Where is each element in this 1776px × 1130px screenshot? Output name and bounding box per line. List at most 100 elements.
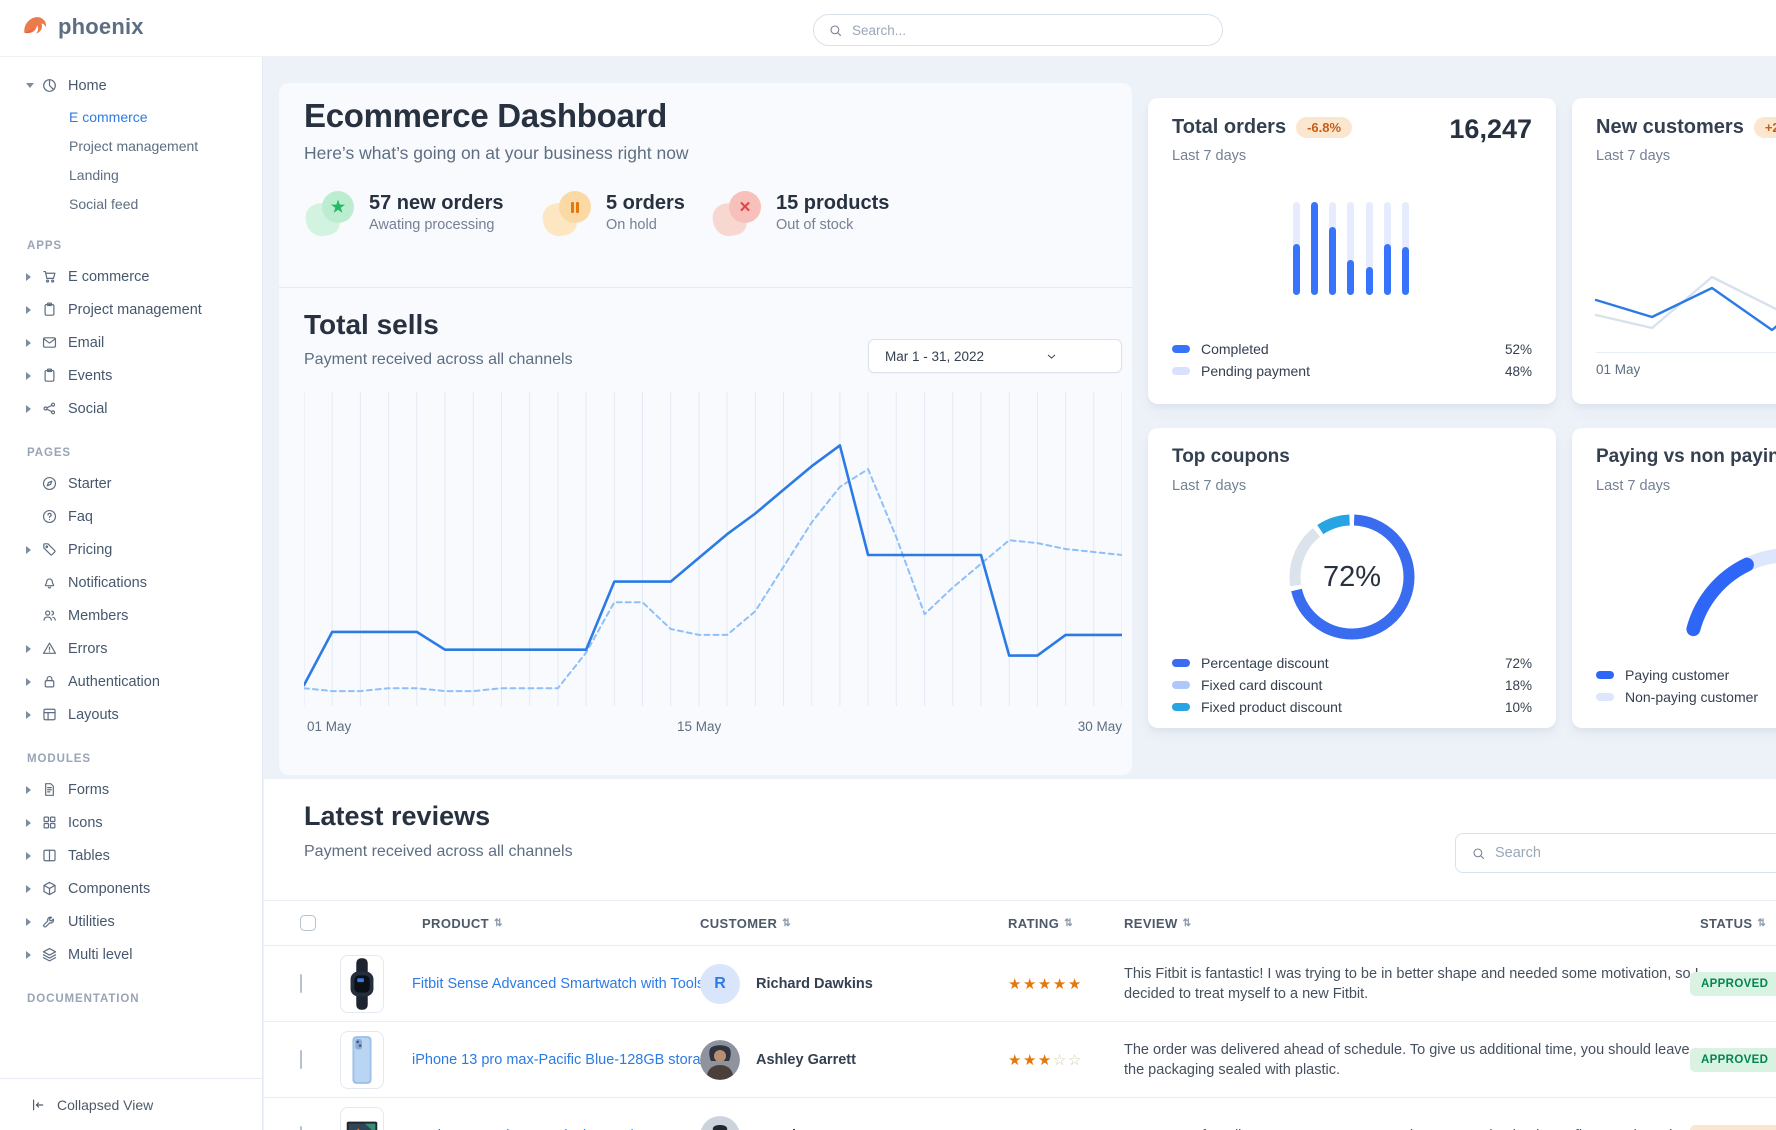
clipboard-icon xyxy=(41,367,58,384)
avatar[interactable]: R xyxy=(700,964,740,1004)
row-checkbox[interactable] xyxy=(300,1050,302,1069)
column-header-status[interactable]: STATUS⇅ xyxy=(1700,901,1766,945)
sidebar-item-events[interactable]: Events xyxy=(0,359,262,392)
total-orders-bar-chart xyxy=(1293,202,1409,295)
sidebar-nav: Home E commerce Project management Landi… xyxy=(0,57,263,1130)
chevron-right-icon xyxy=(26,273,41,281)
chevron-right-icon xyxy=(26,306,41,314)
sidebar-item-landing[interactable]: Landing xyxy=(0,160,262,189)
review-text: This Fitbit is fantastic! I was trying t… xyxy=(1124,964,1699,1004)
wrench-icon xyxy=(41,913,58,930)
sidebar-item-tables[interactable]: Tables xyxy=(0,839,262,872)
date-range-select[interactable]: Mar 1 - 31, 2022 xyxy=(868,339,1122,373)
sort-icon: ⇅ xyxy=(494,918,503,929)
select-all-checkbox[interactable] xyxy=(300,915,316,931)
tag-icon xyxy=(41,541,58,558)
phoenix-logo[interactable]: phoenix xyxy=(20,12,144,42)
sidebar-item-components[interactable]: Components xyxy=(0,872,262,905)
share-icon xyxy=(41,400,58,417)
product-image-macbook[interactable] xyxy=(340,1107,384,1130)
legend-item-pending: Pending payment 48% xyxy=(1172,360,1532,382)
sidebar-item-social[interactable]: Social xyxy=(0,392,262,425)
chevron-right-icon xyxy=(26,819,41,827)
chevron-right-icon xyxy=(26,885,41,893)
sidebar-item-label: Pricing xyxy=(68,542,112,558)
legend-label: Percentage discount xyxy=(1201,655,1329,671)
reviews-search xyxy=(1455,833,1776,873)
sidebar-item-label: Faq xyxy=(68,509,93,525)
sidebar-item-project-management[interactable]: Project management xyxy=(0,131,262,160)
select-all-checkbox-cell xyxy=(300,901,316,945)
pause-icon xyxy=(543,191,591,237)
status-label: APPROVED xyxy=(1701,978,1768,990)
legend-value: 52% xyxy=(1505,342,1532,357)
column-label: STATUS xyxy=(1700,916,1752,931)
avatar[interactable] xyxy=(700,1116,740,1130)
stat-caption: Awating processing xyxy=(369,217,504,233)
row-checkbox[interactable] xyxy=(300,1126,302,1130)
reviews-search-input[interactable] xyxy=(1495,845,1776,861)
status-label: APPROVED xyxy=(1701,1054,1768,1066)
sidebar-item-label: Tables xyxy=(68,848,110,864)
sidebar-item-social-feed[interactable]: Social feed xyxy=(0,189,262,218)
sidebar-item-label: Home xyxy=(68,78,107,94)
question-icon xyxy=(41,508,58,525)
column-header-customer[interactable]: CUSTOMER⇅ xyxy=(700,901,791,945)
sidebar-item-label: Starter xyxy=(68,476,112,492)
sidebar-item-label: Authentication xyxy=(68,674,160,690)
sidebar-item-faq[interactable]: Faq xyxy=(0,500,262,533)
global-search-input[interactable] xyxy=(852,23,1222,38)
legend-item-fixed-product-discount: Fixed product discount 10% xyxy=(1172,696,1532,718)
chevron-right-icon xyxy=(26,918,41,926)
rating-stars: ★★★★★ xyxy=(1008,975,1083,993)
sidebar-item-project-management-app[interactable]: Project management xyxy=(0,293,262,326)
sidebar-item-ecommerce[interactable]: E commerce xyxy=(0,102,262,131)
sidebar-item-starter[interactable]: Starter xyxy=(0,467,262,500)
paying-gauge-chart xyxy=(1596,520,1776,670)
review-text: The order was delivered ahead of schedul… xyxy=(1124,1040,1699,1080)
product-link[interactable]: Fitbit Sense Advanced Smartwatch with To… xyxy=(412,976,733,992)
legend-value: 18% xyxy=(1505,678,1532,693)
sidebar-item-icons[interactable]: Icons xyxy=(0,806,262,839)
chevron-right-icon xyxy=(26,951,41,959)
sidebar-item-errors[interactable]: Errors xyxy=(0,632,262,665)
ecommerce-dashboard-page: phoenix Home E commerce Project manageme… xyxy=(0,0,1776,1130)
sidebar-item-layouts[interactable]: Layouts xyxy=(0,698,262,731)
column-header-rating[interactable]: RATING⇅ xyxy=(1008,901,1073,945)
sidebar-item-notifications[interactable]: Notifications xyxy=(0,566,262,599)
sidebar-item-email[interactable]: Email xyxy=(0,326,262,359)
trend-badge: -6.8% xyxy=(1296,117,1352,138)
row-checkbox[interactable] xyxy=(300,974,302,993)
column-header-review[interactable]: REVIEW⇅ xyxy=(1124,901,1191,945)
new-customers-chart xyxy=(1596,255,1776,353)
sidebar-item-label: Social xyxy=(68,401,108,417)
sidebar-item-ecommerce-app[interactable]: E commerce xyxy=(0,260,262,293)
column-header-product[interactable]: PRODUCT⇅ xyxy=(422,901,503,945)
product-link[interactable]: iPhone 13 pro max-Pacific Blue-128GB sto… xyxy=(412,1052,717,1068)
sidebar-item-members[interactable]: Members xyxy=(0,599,262,632)
sidebar-section-modules: MODULES xyxy=(0,731,262,773)
column-label: REVIEW xyxy=(1124,916,1178,931)
column-label: CUSTOMER xyxy=(700,916,777,931)
sidebar-item-label: Components xyxy=(68,881,150,897)
sidebar-item-forms[interactable]: Forms xyxy=(0,773,262,806)
chevron-right-icon xyxy=(26,546,41,554)
sidebar-item-pricing[interactable]: Pricing xyxy=(0,533,262,566)
sidebar-item-multi-level[interactable]: Multi level xyxy=(0,938,262,971)
legend-swatch xyxy=(1172,367,1190,375)
sidebar-item-home[interactable]: Home xyxy=(0,69,262,102)
collapsed-view-toggle[interactable]: Collapsed View xyxy=(0,1078,262,1130)
sidebar-section-pages: PAGES xyxy=(0,425,262,467)
layout-icon xyxy=(41,706,58,723)
product-image-iphone[interactable] xyxy=(340,1031,384,1089)
legend-value: 10% xyxy=(1505,700,1532,715)
sidebar-item-utilities[interactable]: Utilities xyxy=(0,905,262,938)
chevron-right-icon xyxy=(26,852,41,860)
legend-swatch xyxy=(1596,671,1614,679)
legend-label: Completed xyxy=(1201,341,1269,357)
chevron-right-icon xyxy=(26,711,41,719)
product-image-fitbit[interactable] xyxy=(340,955,384,1013)
total-sells-chart xyxy=(304,392,1122,712)
avatar[interactable] xyxy=(700,1040,740,1080)
sidebar-item-authentication[interactable]: Authentication xyxy=(0,665,262,698)
